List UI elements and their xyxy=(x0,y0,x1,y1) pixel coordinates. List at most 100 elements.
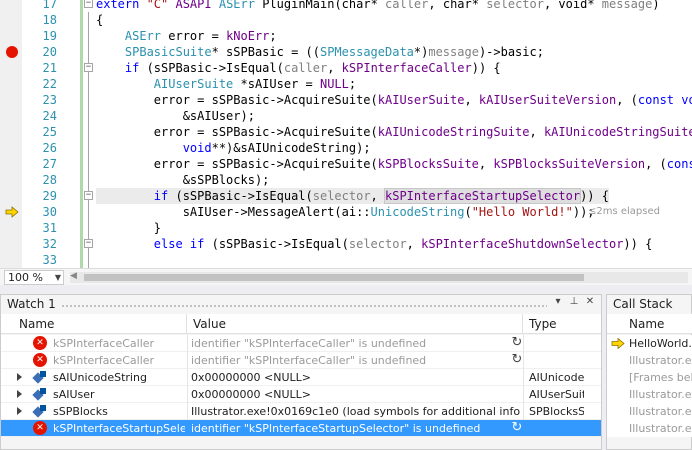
watch-name-cell[interactable]: kSPInterfaceCaller xyxy=(53,335,185,352)
zoom-value: 100 % xyxy=(8,271,43,284)
watch-name-cell[interactable]: kSPInterfaceStartupSelect xyxy=(53,420,185,437)
code-editor[interactable]: 17− extern "C" ASAPI ASErr PluginMain(cha… xyxy=(0,0,692,268)
watch-row[interactable]: ✕ kSPInterfaceStartupSelect identifier "kS… xyxy=(1,420,601,437)
code-token: void xyxy=(182,141,212,155)
code-text: SPBasicSuite* sSPBasic = ((SPMessageData… xyxy=(96,44,544,60)
column-header-name[interactable]: Name xyxy=(629,317,664,331)
column-header-value[interactable]: Value xyxy=(187,314,523,334)
watch-value-cell[interactable]: 0x00000000 <NULL> xyxy=(191,369,521,386)
pin-icon[interactable]: ⊥ xyxy=(567,296,581,307)
code-token: if xyxy=(124,61,140,75)
current-statement-arrow-icon[interactable] xyxy=(5,206,19,218)
code-line[interactable]: 27 error = sSPBasic->AcquireSuite(kSPBlo… xyxy=(0,156,692,172)
code-line[interactable]: 24 &sAIUser); xyxy=(0,108,692,124)
error-icon: ✕ xyxy=(33,421,47,435)
watch-name-cell[interactable]: kSPInterfaceCaller xyxy=(53,352,185,369)
horizontal-scrollbar[interactable]: ◀ xyxy=(70,271,688,283)
call-stack-header: Name xyxy=(607,314,692,334)
column-header-name[interactable]: Name xyxy=(13,314,187,334)
code-token: )->basic; xyxy=(478,45,544,59)
code-line[interactable]: 32 − else if (sSPBasic->IsEqual(selector,… xyxy=(0,236,692,252)
code-line[interactable]: 25 error = sSPBasic->AcquireSuite(kAIUni… xyxy=(0,124,692,140)
zoom-dropdown[interactable]: 100 % ▼ xyxy=(4,270,64,285)
watch-value-cell[interactable]: 0x00000000 <NULL> xyxy=(191,386,521,403)
refresh-icon[interactable]: ↻ xyxy=(509,335,525,351)
column-header-type[interactable]: Type xyxy=(523,314,601,334)
code-token: * sSPBasic = (( xyxy=(211,45,320,59)
code-text: &sAIUser); xyxy=(96,108,255,124)
call-stack-row[interactable]: Illustrator.ex xyxy=(607,420,692,437)
code-text: AIUserSuite *sAIUser = NULL; xyxy=(96,76,356,92)
code-token: message xyxy=(428,45,479,59)
code-line[interactable]: 20 SPBasicSuite* sSPBasic = ((SPMessageD… xyxy=(0,44,692,60)
code-token: , ( xyxy=(645,157,667,171)
watch-type-cell[interactable]: AIUserSuit xyxy=(529,386,584,403)
panel-splitter[interactable] xyxy=(0,285,692,294)
code-token: , xyxy=(406,237,422,251)
watch-value-cell[interactable]: identifier "kSPInterfaceCaller" is undef… xyxy=(191,335,521,352)
refresh-icon[interactable]: ↻ xyxy=(509,352,525,368)
code-line[interactable]: 21 − if (sSPBasic->IsEqual(caller, kSPInt… xyxy=(0,60,692,76)
call-stack-row[interactable]: HelloWorld. xyxy=(607,335,692,352)
call-stack-title: Call Stack xyxy=(613,297,673,311)
collapse-icon[interactable]: − xyxy=(84,63,93,72)
watch-type-cell[interactable] xyxy=(529,420,584,437)
scroll-left-icon[interactable]: ◀ xyxy=(70,271,77,281)
watch-type-cell[interactable] xyxy=(529,335,584,352)
code-line[interactable]: 29 − if (sSPBasic->IsEqual(selector, kSPI… xyxy=(0,188,692,204)
line-number: 33 xyxy=(42,253,57,267)
watch-title-bar: Watch 1 ▾ ⊥ ✕ xyxy=(1,295,601,314)
watch-name-cell[interactable]: sAIUnicodeString xyxy=(53,369,185,386)
line-number: 20 xyxy=(42,45,57,59)
code-token: void xyxy=(681,93,692,107)
call-stack-row[interactable]: Illustrator.ex xyxy=(607,403,692,420)
scrollbar-thumb[interactable] xyxy=(84,274,584,281)
refresh-icon[interactable]: ↻ xyxy=(509,420,525,436)
perf-tip[interactable]: ≤2ms elapsed xyxy=(588,204,660,220)
watch-name-cell[interactable]: sSPBlocks xyxy=(53,403,185,420)
watch-name-cell[interactable]: sAIUser xyxy=(53,386,185,403)
expand-arrow-icon[interactable] xyxy=(17,407,22,415)
code-token: else if xyxy=(153,237,205,251)
code-line[interactable]: 30 sAIUser->MessageAlert(ai::UnicodeStri… xyxy=(0,204,692,220)
code-line[interactable]: 33 xyxy=(0,252,692,268)
code-token: &sAIUser); xyxy=(96,109,255,123)
call-stack-row[interactable]: Illustrator.ex xyxy=(607,352,692,369)
watch-row[interactable]: sAIUser 0x00000000 <NULL> AIUserSuit xyxy=(1,386,601,403)
code-token: kNoErr xyxy=(226,29,270,43)
watch-row[interactable]: sAIUnicodeString 0x00000000 <NULL> AIUnico… xyxy=(1,369,601,386)
watch-row[interactable]: ✕ kSPInterfaceCaller identifier "kSPInterf… xyxy=(1,352,601,369)
call-stack-row[interactable]: [Frames bel xyxy=(607,369,692,386)
code-line[interactable]: 17 − extern "C" ASAPI ASErr PluginMain(cha… xyxy=(0,0,692,12)
watch-row[interactable]: sSPBlocks Illustrator.exe!0x0169c1e0 (loa… xyxy=(1,403,601,420)
expand-arrow-icon[interactable] xyxy=(17,390,22,398)
code-token: , xyxy=(478,157,494,171)
window-position-icon[interactable]: ▾ xyxy=(551,296,565,307)
watch-row[interactable]: ✕ kSPInterfaceCaller identifier "kSPInterf… xyxy=(1,335,601,352)
code-line[interactable]: 26 void**)&sAIUnicodeString); xyxy=(0,140,692,156)
code-line[interactable]: 18 { xyxy=(0,12,692,28)
breakpoint-icon[interactable] xyxy=(6,46,18,58)
watch-type-cell[interactable]: SPBlocksS xyxy=(529,403,584,420)
watch-value-cell[interactable]: Illustrator.exe!0x0169c1e0 (load symbols… xyxy=(191,403,521,420)
variable-icon xyxy=(32,405,47,418)
call-stack-row[interactable]: Illustrator.ex xyxy=(607,386,692,403)
expand-arrow-icon[interactable] xyxy=(17,373,22,381)
collapse-icon[interactable]: − xyxy=(84,0,93,8)
error-icon: ✕ xyxy=(33,336,47,350)
watch-type-cell[interactable]: AIUnicode xyxy=(529,369,584,386)
code-line[interactable]: 22 AIUserSuite *sAIUser = NULL; xyxy=(0,76,692,92)
code-line[interactable]: 31 } xyxy=(0,220,692,236)
drag-grip[interactable] xyxy=(61,304,547,307)
collapse-icon[interactable]: − xyxy=(84,239,93,248)
close-icon[interactable]: ✕ xyxy=(583,296,597,307)
column-separator xyxy=(187,403,188,420)
code-line[interactable]: 23 error = sSPBasic->AcquireSuite(kAIUse… xyxy=(0,92,692,108)
watch-type-cell[interactable] xyxy=(529,352,584,369)
code-token: , char* xyxy=(428,0,487,11)
watch-value-cell[interactable]: identifier "kSPInterfaceCaller" is undef… xyxy=(191,352,521,369)
collapse-icon[interactable]: − xyxy=(84,191,93,200)
code-line[interactable]: 19 ASErr error = kNoErr; xyxy=(0,28,692,44)
watch-value-cell[interactable]: identifier "kSPInterfaceStartupSelector"… xyxy=(191,420,521,437)
code-line[interactable]: 28 &sSPBlocks); xyxy=(0,172,692,188)
